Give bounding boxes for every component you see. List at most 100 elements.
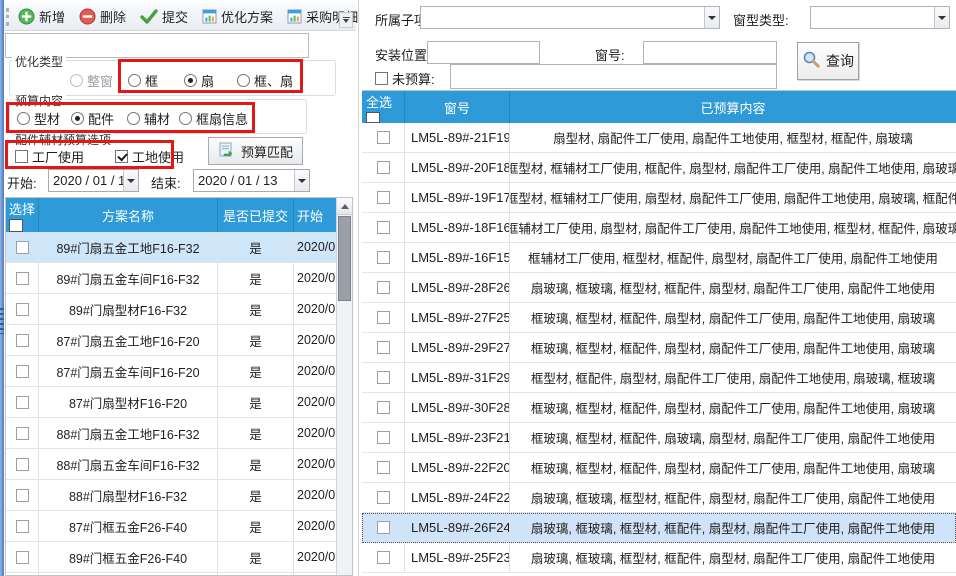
radio-frame-sash[interactable]: 框、扇 [237, 71, 293, 90]
unbudgeted-checkbox[interactable]: 未预算: [375, 69, 435, 88]
table-row[interactable]: LM5L-89#-30F28框玻璃, 框型材, 框配件, 扇型材, 扇配件工厂使… [362, 393, 956, 423]
checkbox-icon[interactable] [377, 191, 390, 204]
radio-frame-sash-info[interactable]: 框扇信息 [179, 109, 248, 128]
site-use-checkbox[interactable]: 工地使用 [115, 147, 184, 166]
radio-auxiliary[interactable]: 辅材 [127, 109, 170, 128]
scrollbar-thumb[interactable] [338, 216, 351, 301]
checkbox-icon[interactable] [377, 131, 390, 144]
checkbox-icon[interactable] [377, 341, 390, 354]
row-select-cell[interactable] [6, 263, 39, 293]
row-select-cell[interactable] [6, 387, 39, 417]
checkbox-icon[interactable] [377, 491, 390, 504]
checkbox-icon[interactable] [16, 396, 29, 409]
plan-name-column-header[interactable]: 方案名称 [39, 198, 218, 232]
row-select-cell[interactable] [362, 183, 405, 212]
row-select-cell[interactable] [6, 511, 39, 541]
start-column-header[interactable]: 开始 [294, 198, 338, 232]
checkbox-icon[interactable] [16, 551, 29, 564]
factory-use-checkbox[interactable]: 工厂使用 [15, 147, 84, 166]
window-no-field[interactable] [643, 41, 777, 64]
toolbar-overflow-button[interactable] [339, 12, 353, 28]
row-select-cell[interactable] [362, 213, 405, 242]
checkbox-icon[interactable] [16, 272, 29, 285]
row-select-cell[interactable] [6, 449, 39, 479]
checkbox-icon[interactable] [377, 371, 390, 384]
row-select-cell[interactable] [362, 243, 405, 272]
scroll-up-arrow-icon[interactable] [337, 198, 352, 215]
row-select-cell[interactable] [362, 303, 405, 332]
checkbox-icon[interactable] [377, 251, 390, 264]
toolbar-grip[interactable] [6, 8, 9, 26]
add-button[interactable]: 新增 [14, 5, 69, 28]
checkbox-icon[interactable] [377, 311, 390, 324]
start-date-combo[interactable]: 2020 / 01 / 1 [48, 169, 139, 192]
checkbox-icon[interactable] [377, 551, 390, 564]
table-row[interactable]: LM5L-89#-25F23扇玻璃, 框玻璃, 框型材, 框配件, 扇型材, 扇… [362, 543, 956, 573]
table-row[interactable]: 87#门扇型材F16-F20是2020/0 [6, 387, 338, 418]
install-position-field[interactable] [427, 41, 540, 64]
submit-button[interactable]: 提交 [136, 5, 192, 28]
unbudgeted-field[interactable] [450, 64, 777, 89]
radio-accessory[interactable]: 配件 [71, 109, 114, 128]
checkbox-icon[interactable] [16, 334, 29, 347]
table-row[interactable]: LM5L-89#-27F25框玻璃, 框型材, 框配件, 扇型材, 扇配件工厂使… [362, 303, 956, 333]
row-select-cell[interactable] [6, 232, 39, 262]
submitted-column-header[interactable]: 是否已提交 [218, 198, 294, 232]
row-select-cell[interactable] [362, 453, 405, 482]
window-no-column-header[interactable]: 窗号 [405, 91, 510, 123]
checkbox-icon[interactable] [16, 489, 29, 502]
checkbox-icon[interactable] [377, 521, 390, 534]
checkbox-icon[interactable] [377, 401, 390, 414]
row-select-cell[interactable] [362, 393, 405, 422]
radio-profile[interactable]: 型材 [17, 109, 60, 128]
table-row[interactable]: 87#门扇五金车间F16-F20是2020/0 [6, 356, 338, 387]
table-row[interactable]: LM5L-89#-22F20框玻璃, 框型材, 框配件, 扇型材, 扇配件工厂使… [362, 453, 956, 483]
query-button[interactable]: 查询 [797, 42, 859, 80]
table-row[interactable]: 88#门扇型材F16-F32是2020/0 [6, 480, 338, 511]
table-row[interactable]: LM5L-89#-29F27框玻璃, 框型材, 框配件, 扇型材, 扇配件工厂使… [362, 333, 956, 363]
checkbox-icon[interactable] [377, 281, 390, 294]
budget-match-button[interactable]: 预算匹配 [208, 137, 303, 165]
table-row[interactable]: 89#门扇型材F16-F32是2020/0 [6, 294, 338, 325]
chevron-down-icon[interactable] [934, 7, 949, 28]
checkbox-icon[interactable] [16, 241, 29, 254]
table-row[interactable]: 88#门扇五金车间F16-F32是2020/0 [6, 449, 338, 480]
row-select-cell[interactable] [6, 356, 39, 386]
row-select-cell[interactable] [362, 363, 405, 392]
table-row[interactable]: LM5L-89#-18F16框辅材工厂使用, 扇型材, 扇配件工厂使用, 扇配件… [362, 213, 956, 243]
select-all-checkbox[interactable] [9, 219, 23, 232]
table-row[interactable]: 89#门框五金F26-F40是2020/0 [6, 542, 338, 573]
table-row[interactable]: LM5L-89#-16F15框辅材工厂使用, 框型材, 框配件, 扇型材, 扇配… [362, 243, 956, 273]
checkbox-icon[interactable] [377, 431, 390, 444]
row-select-cell[interactable] [6, 480, 39, 510]
plan-table-scrollbar[interactable] [336, 198, 352, 575]
row-select-cell[interactable] [362, 333, 405, 362]
checkbox-icon[interactable] [16, 365, 29, 378]
window-type-select[interactable] [810, 6, 950, 29]
checkbox-icon[interactable] [377, 221, 390, 234]
checkbox-icon[interactable] [16, 303, 29, 316]
row-select-cell[interactable] [6, 325, 39, 355]
select-all-checkbox[interactable] [366, 112, 380, 123]
chevron-down-icon[interactable] [294, 170, 309, 191]
chevron-down-icon[interactable] [123, 170, 138, 191]
radio-frame[interactable]: 框 [128, 71, 158, 90]
table-row[interactable]: 87#门框五金F26-F40是2020/0 [6, 511, 338, 542]
table-row[interactable]: LM5L-89#-20F18框型材, 框辅材工厂使用, 框配件, 扇型材, 扇配… [362, 153, 956, 183]
radio-whole-window[interactable]: 整窗 [70, 71, 113, 90]
radio-sash[interactable]: 扇 [184, 71, 214, 90]
table-row[interactable]: LM5L-89#-28F26扇玻璃, 框玻璃, 框型材, 框配件, 扇型材, 扇… [362, 273, 956, 303]
checkbox-icon[interactable] [16, 427, 29, 440]
checkbox-icon[interactable] [16, 458, 29, 471]
row-select-cell[interactable] [362, 513, 405, 542]
row-select-cell[interactable] [6, 418, 39, 448]
row-select-cell[interactable] [362, 123, 405, 152]
row-select-cell[interactable] [362, 153, 405, 182]
table-row[interactable]: LM5L-89#-21F19扇型材, 扇配件工厂使用, 扇配件工地使用, 框型材… [362, 123, 956, 153]
table-row[interactable]: LM5L-89#-26F24扇玻璃, 框玻璃, 框型材, 框配件, 扇型材, 扇… [362, 513, 956, 543]
budget-content-column-header[interactable]: 已预算内容 [510, 91, 956, 123]
checkbox-icon[interactable] [377, 461, 390, 474]
checkbox-icon[interactable] [16, 520, 29, 533]
table-row[interactable]: 87#门扇五金工地F16-F20是2020/0 [6, 325, 338, 356]
table-row[interactable]: 88#门扇五金工地F16-F32是2020/0 [6, 418, 338, 449]
